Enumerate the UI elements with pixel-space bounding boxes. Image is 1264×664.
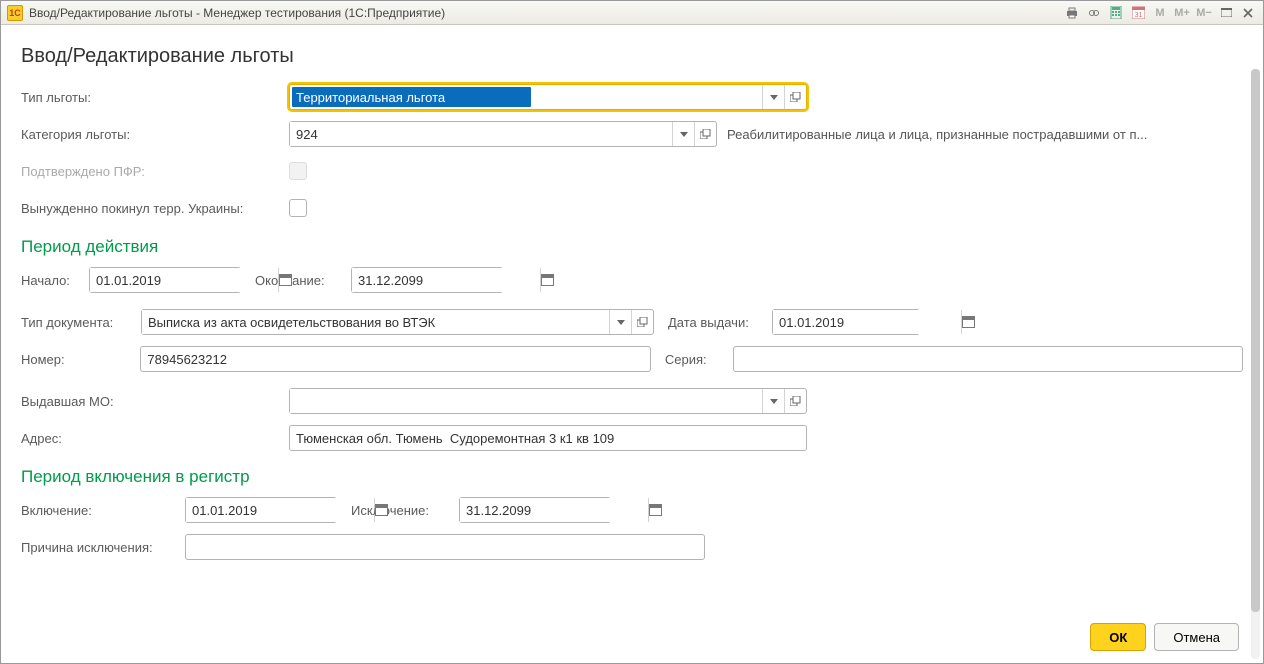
- calendar-icon[interactable]: [540, 268, 554, 292]
- m-plus-button[interactable]: M+: [1173, 5, 1191, 21]
- titlebar: 1C Ввод/Редактирование льготы - Менеджер…: [1, 1, 1263, 25]
- issue-date-value[interactable]: [773, 310, 961, 334]
- scrollbar[interactable]: [1251, 69, 1260, 659]
- form-body: Ввод/Редактирование льготы Тип льготы: Т…: [1, 25, 1263, 663]
- section-period-action: Период действия: [21, 237, 1243, 257]
- exclusion-reason-input[interactable]: [185, 534, 705, 560]
- number-input[interactable]: [140, 346, 650, 372]
- row-benefit-type: Тип льготы: Территориальная льгота: [21, 84, 1243, 110]
- app-icon: 1C: [7, 5, 23, 21]
- open-icon[interactable]: [784, 389, 806, 413]
- cancel-button[interactable]: Отмена: [1154, 623, 1239, 651]
- label-left-ukraine: Вынужденно покинул терр. Украины:: [21, 201, 281, 216]
- label-address: Адрес:: [21, 431, 281, 446]
- close-button[interactable]: [1239, 5, 1257, 21]
- label-benefit-type: Тип льготы:: [21, 90, 281, 105]
- m-minus-button[interactable]: M−: [1195, 5, 1213, 21]
- label-end: Окончание:: [255, 273, 343, 288]
- ok-button[interactable]: ОК: [1090, 623, 1146, 651]
- benefit-category-value[interactable]: [290, 122, 672, 146]
- footer-buttons: ОК Отмена: [1090, 623, 1239, 651]
- window: 1C Ввод/Редактирование льготы - Менеджер…: [0, 0, 1264, 664]
- row-exclusion-reason: Причина исключения:: [21, 534, 1243, 560]
- left-ukraine-checkbox[interactable]: [289, 199, 307, 217]
- open-icon[interactable]: [784, 85, 806, 109]
- row-number-series: Номер: Серия:: [21, 346, 1243, 372]
- scrollbar-thumb[interactable]: [1251, 69, 1260, 612]
- link-icon[interactable]: [1085, 5, 1103, 21]
- issued-mo-value[interactable]: [290, 389, 762, 413]
- titlebar-controls: 31 M M+ M−: [1063, 5, 1257, 21]
- end-date-value[interactable]: [352, 268, 540, 292]
- include-date-value[interactable]: [186, 498, 374, 522]
- row-period-action-dates: Начало: Окончание:: [21, 267, 1243, 293]
- calculator-icon[interactable]: [1107, 5, 1125, 21]
- doc-type-value[interactable]: [142, 310, 609, 334]
- row-benefit-category: Категория льготы: Реабилитированные лица…: [21, 121, 1243, 147]
- maximize-button[interactable]: [1217, 5, 1235, 21]
- benefit-category-description: Реабилитированные лица и лица, признанны…: [727, 127, 1147, 142]
- open-icon[interactable]: [631, 310, 653, 334]
- m-button[interactable]: M: [1151, 5, 1169, 21]
- row-register-dates: Включение: Исключение:: [21, 497, 1243, 523]
- label-start: Начало:: [21, 273, 81, 288]
- dropdown-icon[interactable]: [762, 389, 784, 413]
- window-title: Ввод/Редактирование льготы - Менеджер те…: [29, 6, 1063, 20]
- label-include: Включение:: [21, 503, 177, 518]
- benefit-type-combo[interactable]: Территориальная льгота: [289, 84, 807, 110]
- label-issued-mo: Выдавшая МО:: [21, 394, 281, 409]
- calendar-icon[interactable]: [961, 310, 975, 334]
- row-doc-type: Тип документа: Дата выдачи:: [21, 309, 1243, 335]
- row-issued-mo: Выдавшая МО:: [21, 388, 1243, 414]
- confirmed-pfr-checkbox: [289, 162, 307, 180]
- benefit-type-value[interactable]: Территориальная льгота: [292, 87, 531, 107]
- doc-type-combo[interactable]: [141, 309, 654, 335]
- print-icon[interactable]: [1063, 5, 1081, 21]
- include-date-field[interactable]: [185, 497, 337, 523]
- start-date-field[interactable]: [89, 267, 241, 293]
- svg-text:31: 31: [1134, 12, 1142, 19]
- dropdown-icon[interactable]: [672, 122, 694, 146]
- issued-mo-combo[interactable]: [289, 388, 807, 414]
- row-confirmed-pfr: Подтверждено ПФР:: [21, 158, 1243, 184]
- calendar-icon[interactable]: 31: [1129, 5, 1147, 21]
- label-doc-type: Тип документа:: [21, 315, 133, 330]
- row-address: Адрес:: [21, 425, 1243, 451]
- address-input[interactable]: [289, 425, 807, 451]
- series-input[interactable]: [733, 346, 1243, 372]
- exclude-date-field[interactable]: [459, 497, 611, 523]
- row-left-ukraine: Вынужденно покинул терр. Украины:: [21, 195, 1243, 221]
- label-exclusion-reason: Причина исключения:: [21, 540, 177, 555]
- start-date-value[interactable]: [90, 268, 278, 292]
- dropdown-icon[interactable]: [609, 310, 631, 334]
- end-date-field[interactable]: [351, 267, 503, 293]
- label-exclude: Исключение:: [351, 503, 451, 518]
- dropdown-icon[interactable]: [762, 85, 784, 109]
- label-confirmed-pfr: Подтверждено ПФР:: [21, 164, 281, 179]
- calendar-icon[interactable]: [648, 498, 662, 522]
- label-issue-date: Дата выдачи:: [668, 315, 764, 330]
- section-period-register: Период включения в регистр: [21, 467, 1243, 487]
- label-benefit-category: Категория льготы:: [21, 127, 281, 142]
- label-series: Серия:: [665, 352, 725, 367]
- open-icon[interactable]: [694, 122, 716, 146]
- exclude-date-value[interactable]: [460, 498, 648, 522]
- benefit-category-combo[interactable]: [289, 121, 717, 147]
- issue-date-field[interactable]: [772, 309, 920, 335]
- label-number: Номер:: [21, 352, 132, 367]
- page-title: Ввод/Редактирование льготы: [21, 45, 1243, 68]
